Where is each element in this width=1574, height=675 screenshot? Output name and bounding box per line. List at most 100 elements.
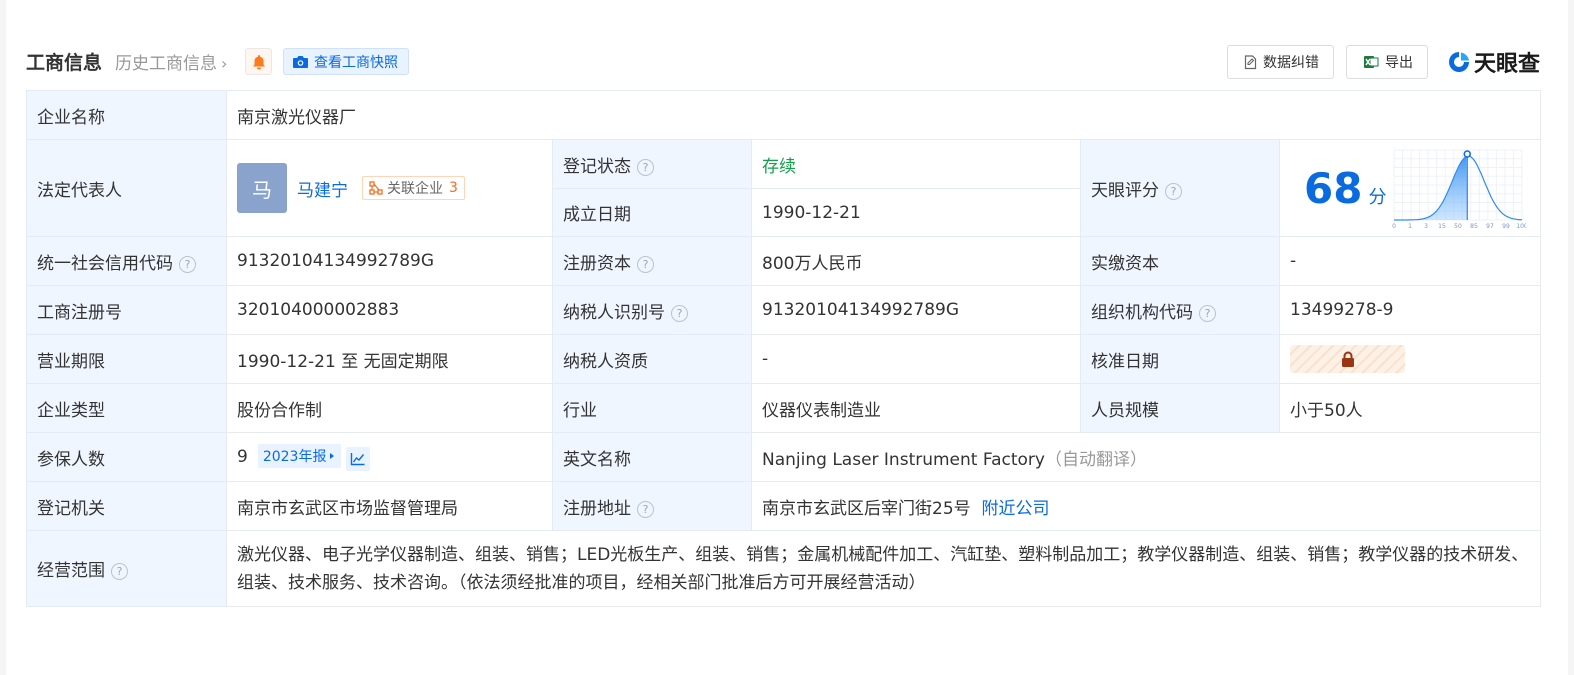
related-companies-count: 3	[449, 180, 458, 196]
company-name-value: 南京激光仪器厂	[226, 90, 1541, 140]
export-button[interactable]: 导出	[1345, 45, 1428, 79]
axis-tick-label: 97	[1486, 223, 1494, 230]
paid-capital-label: 实缴资本	[1080, 236, 1280, 286]
taxpayer-qual-value: -	[751, 334, 1081, 384]
reg-capital-value: 800万人民币	[751, 236, 1081, 286]
reg-authority-value: 南京市玄武区市场监督管理局	[226, 481, 553, 531]
taxpayer-id-label-text: 纳税人识别号	[563, 302, 665, 323]
score-marker	[1463, 150, 1471, 158]
logo-text: 天眼查	[1473, 52, 1540, 77]
score-distribution-chart: 0 1 3 15 50 85 97 99 100	[1392, 149, 1526, 230]
data-correction-button[interactable]: 数据纠错	[1226, 45, 1334, 79]
export-label: 导出	[1384, 55, 1413, 71]
question-circle-icon[interactable]: ?	[637, 158, 654, 176]
question-circle-icon[interactable]: ?	[1165, 182, 1182, 200]
insured-label: 参保人数	[26, 432, 227, 482]
approval-date-label: 核准日期	[1080, 334, 1280, 384]
english-name-cell: Nanjing Laser Instrument Factory（自动翻译）	[751, 432, 1541, 482]
question-circle-icon[interactable]: ?	[671, 304, 688, 322]
found-date-label: 成立日期	[552, 188, 752, 237]
reg-status-label: 登记状态?	[552, 139, 752, 189]
question-circle-icon[interactable]: ?	[637, 255, 654, 273]
section-title: 工商信息	[26, 52, 103, 74]
question-circle-icon[interactable]: ?	[111, 563, 128, 580]
lock-icon	[1341, 351, 1354, 367]
line-chart-icon	[351, 452, 365, 465]
triangle-right-icon	[330, 452, 335, 459]
annual-report-label: 2023年报	[262, 448, 327, 465]
company-type-value: 股份合作制	[226, 383, 553, 433]
credit-code-label: 统一社会信用代码?	[26, 236, 227, 286]
axis-tick-label: 99	[1502, 223, 1510, 230]
company-name-label: 企业名称	[26, 90, 227, 140]
axis-tick-label: 50	[1454, 223, 1462, 230]
axis-tick-label: 100	[1516, 223, 1526, 230]
org-code-label-text: 组织机构代码	[1091, 302, 1193, 323]
axis-tick-label: 15	[1438, 223, 1446, 230]
reg-authority-label: 登记机关	[26, 481, 227, 531]
question-circle-icon[interactable]: ?	[1199, 304, 1216, 322]
table-row: 工商注册号 320104000002883 纳税人识别号? 9132010413…	[26, 285, 1541, 335]
tianyan-score-label-text: 天眼评分	[1091, 180, 1159, 201]
history-link[interactable]: 历史工商信息 ›	[115, 49, 227, 74]
credit-code-value: 91320104134992789G	[226, 236, 553, 286]
taxpayer-id-label: 纳税人识别号?	[552, 285, 752, 335]
related-companies-button[interactable]: 关联企业 3	[362, 176, 465, 200]
tianyan-score-cell[interactable]: 68 分 0 1 3 15 50 85 97 99 100	[1279, 139, 1541, 237]
insured-value: 9	[237, 446, 248, 467]
tianyancha-logo: 天眼查	[1446, 46, 1540, 78]
table-row: 登记机关 南京市玄武区市场监督管理局 注册地址? 南京市玄武区后宰门街25号 附…	[26, 481, 1541, 531]
question-circle-icon[interactable]: ?	[179, 255, 196, 273]
table-row: 企业名称 南京激光仪器厂	[26, 90, 1541, 140]
table-row: 经营范围? 激光仪器、电子光学仪器制造、组装、销售；LED光板生产、组装、销售；…	[26, 530, 1541, 607]
credit-code-label-text: 统一社会信用代码	[37, 253, 173, 274]
biz-scope-label: 经营范围?	[26, 530, 227, 607]
auto-translate-note: （自动翻译）	[1044, 449, 1147, 470]
header-tools: 数据纠错 导出 天眼查	[1226, 44, 1540, 80]
reg-address-label: 注册地址?	[552, 481, 752, 531]
nearby-companies-link[interactable]: 附近公司	[981, 499, 1049, 519]
legal-rep-cell: 马 马建宁 关联企业 3	[226, 139, 553, 237]
reg-address-label-text: 注册地址	[563, 498, 631, 519]
axis-tick-label: 85	[1470, 223, 1478, 230]
network-icon	[369, 181, 383, 195]
chevron-right-icon: ›	[221, 54, 228, 73]
bell-button[interactable]	[245, 48, 272, 75]
table-row: 统一社会信用代码? 91320104134992789G 注册资本? 800万人…	[26, 236, 1541, 286]
org-code-label: 组织机构代码?	[1080, 285, 1280, 335]
staff-size-label: 人员规模	[1080, 383, 1280, 433]
locked-value-button[interactable]	[1290, 345, 1405, 373]
company-type-label: 企业类型	[26, 383, 227, 433]
approval-date-cell	[1279, 334, 1541, 384]
score-area	[1394, 156, 1468, 220]
axis-tick-label: 0	[1392, 223, 1396, 230]
avatar[interactable]: 马	[237, 163, 287, 213]
history-link-label: 历史工商信息	[115, 54, 217, 74]
table-row: 参保人数 9 2023年报 英文名称 Nanjing Laser Instrume…	[26, 432, 1541, 482]
score-unit: 分	[1368, 187, 1387, 208]
snapshot-button-label: 查看工商快照	[314, 54, 398, 71]
paid-capital-value: -	[1279, 236, 1541, 286]
trend-chart-button[interactable]	[346, 446, 371, 471]
tianyan-score-label: 天眼评分?	[1080, 139, 1280, 237]
taxpayer-id-value: 91320104134992789G	[751, 285, 1081, 335]
question-circle-icon[interactable]: ?	[637, 500, 654, 518]
biz-scope-label-text: 经营范围	[37, 561, 105, 581]
bell-icon	[252, 54, 265, 69]
org-code-value: 13499278-9	[1279, 285, 1541, 335]
reg-status-value: 存续	[751, 139, 1081, 189]
excel-icon	[1363, 56, 1379, 68]
biz-term-label: 营业期限	[26, 334, 227, 384]
reg-capital-label: 注册资本?	[552, 236, 752, 286]
industry-label: 行业	[552, 383, 752, 433]
document-edit-icon	[1244, 54, 1257, 69]
snapshot-button[interactable]: 查看工商快照	[283, 48, 409, 75]
table-row: 营业期限 1990-12-21 至 无固定期限 纳税人资质 - 核准日期	[26, 334, 1541, 384]
axis-tick-label: 1	[1408, 223, 1412, 230]
annual-report-tag[interactable]: 2023年报	[257, 443, 342, 468]
english-name-value: Nanjing Laser Instrument Factory	[762, 449, 1045, 470]
axis-tick-label: 3	[1424, 223, 1428, 230]
biz-reg-no-label: 工商注册号	[26, 285, 227, 335]
table-row: 法定代表人 马 马建宁 关联企业 3 登记状态? 存续 天眼评分? 68 分 0 1 3…	[26, 139, 1541, 237]
legal-rep-name-link[interactable]: 马建宁	[297, 176, 348, 201]
